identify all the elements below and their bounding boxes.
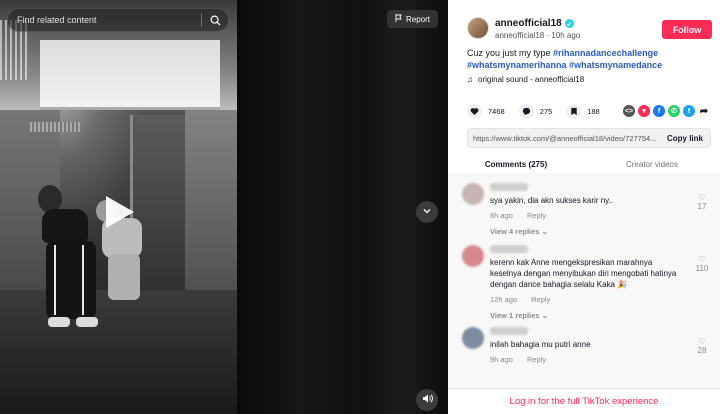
copy-link-button[interactable]: Copy link: [660, 134, 710, 143]
search-bar[interactable]: [7, 8, 229, 32]
author-name[interactable]: anneofficial18: [495, 18, 662, 29]
comment-like-count: 28: [697, 346, 707, 355]
comment-item: inilah bahagia mu putri anne 9h ago Repl…: [448, 327, 720, 377]
commenter-avatar[interactable]: [462, 245, 484, 267]
comment-item: sya yakin, dia akn sukses karir ny.. 8h …: [448, 183, 720, 245]
save-button[interactable]: 188: [566, 103, 600, 119]
video-url[interactable]: https://www.tiktok.com/@anneofficial18/v…: [468, 134, 660, 143]
search-icon[interactable]: [202, 8, 228, 32]
volume-button[interactable]: [416, 389, 438, 411]
view-replies-button[interactable]: View 1 replies ⌄: [490, 311, 710, 320]
commenter-avatar[interactable]: [462, 183, 484, 205]
next-video-button[interactable]: [416, 201, 438, 223]
facebook-icon[interactable]: f: [653, 105, 665, 117]
author-meta: anneofficial18 · 10h ago: [495, 31, 581, 40]
chevron-down-icon: ⌄: [541, 227, 548, 236]
twitter-icon[interactable]: t: [683, 105, 695, 117]
like-button[interactable]: 7468: [467, 103, 505, 119]
comment-text: sya yakin, dia akn sukses karir ny..: [490, 196, 614, 205]
heart-outline-icon: ♡: [698, 255, 706, 264]
comment-time: 9h ago: [490, 355, 513, 364]
sound-label[interactable]: original sound - anneofficial18: [478, 75, 584, 84]
whatsapp-icon[interactable]: ✆: [668, 105, 680, 117]
speaker-icon: [422, 391, 433, 409]
comment-time: 8h ago: [490, 211, 513, 220]
save-count: 188: [587, 106, 600, 116]
comment-count: 275: [539, 106, 553, 116]
author-info: anneofficial18 anneofficial18 · 10h ago: [495, 18, 662, 40]
share-arrow-icon[interactable]: ➦: [698, 105, 710, 117]
report-label: Report: [405, 14, 430, 24]
action-bar: 7468 275 188 <> ▾ f ✆ t ➦: [448, 84, 720, 120]
video-vent: [30, 122, 80, 132]
search-input[interactable]: [8, 9, 201, 31]
avatar[interactable]: [467, 17, 489, 39]
comment-text: kerenn kak Anne mengekspresikan marahnya…: [490, 258, 677, 289]
like-count: 7468: [488, 106, 505, 116]
commenter-name[interactable]: [490, 245, 528, 253]
send-icon[interactable]: ▾: [638, 105, 650, 117]
sound-link[interactable]: ♫ original sound - anneofficial18: [448, 71, 720, 84]
heart-icon: [467, 103, 482, 119]
tiktok-video-page: Report anneofficial18: [0, 0, 720, 414]
author-row: anneofficial18 anneofficial18 · 10h ago …: [448, 0, 720, 42]
comment-like-button[interactable]: ♡ 17: [694, 193, 710, 211]
video-caption: Cuz you just my type #rihannadancechalle…: [448, 42, 720, 71]
comment-item: kerenn kak Anne mengekspresikan marahnya…: [448, 245, 720, 327]
comment-like-button[interactable]: ♡ 28: [694, 337, 710, 355]
heart-outline-icon: ♡: [698, 193, 706, 202]
comment-text: inilah bahagia mu putri anne: [490, 340, 591, 349]
follow-button[interactable]: Follow: [662, 20, 712, 39]
comment-like-button[interactable]: ♡ 110: [694, 255, 710, 273]
embed-icon[interactable]: <>: [623, 105, 635, 117]
comment-icon: [518, 103, 534, 119]
comment-list[interactable]: sya yakin, dia akn sukses karir ny.. 8h …: [448, 173, 720, 388]
view-replies-button[interactable]: View 4 replies ⌄: [490, 227, 710, 236]
play-icon[interactable]: [106, 196, 134, 228]
heart-outline-icon: ♡: [698, 337, 706, 346]
details-panel: anneofficial18 anneofficial18 · 10h ago …: [448, 0, 720, 414]
video-wall-right: [185, 110, 237, 310]
video-floor: [0, 290, 237, 414]
reply-button[interactable]: Reply: [531, 295, 550, 304]
reply-button[interactable]: Reply: [527, 355, 546, 364]
comment-meta: 8h ago Reply: [490, 211, 710, 220]
report-button[interactable]: Report: [387, 10, 438, 28]
copy-link-box: https://www.tiktok.com/@anneofficial18/v…: [467, 128, 711, 148]
commenter-name[interactable]: [490, 327, 528, 335]
reply-button[interactable]: Reply: [527, 211, 546, 220]
comment-like-count: 17: [697, 202, 707, 211]
author-username[interactable]: anneofficial18: [495, 18, 562, 29]
comment-like-count: 110: [695, 264, 709, 273]
caption-text: Cuz you just my type: [467, 48, 554, 58]
comment-meta: 12h ago Reply: [490, 295, 710, 304]
flag-icon: [395, 14, 403, 24]
music-note-icon: ♫: [467, 75, 473, 84]
verified-icon: [564, 19, 574, 28]
bookmark-icon: [566, 103, 582, 119]
hashtag-link[interactable]: #whatsmynamedance: [569, 60, 662, 70]
comment-time: 12h ago: [490, 295, 518, 304]
chevron-down-icon: [422, 203, 432, 221]
comment-meta: 9h ago Reply: [490, 355, 710, 364]
login-prompt-button[interactable]: Log in for the full TikTok experience: [448, 388, 720, 414]
commenter-avatar[interactable]: [462, 327, 484, 349]
video-ceiling-light: [40, 40, 220, 110]
hashtag-link[interactable]: #rihannadancechallenge: [553, 48, 658, 58]
video-dancer-front: [38, 185, 98, 335]
hashtag-link[interactable]: #whatsmynamerihanna: [467, 60, 567, 70]
chevron-down-icon: ⌄: [541, 311, 548, 320]
commenter-name[interactable]: [490, 183, 528, 191]
comment-button[interactable]: 275: [518, 103, 553, 119]
video-pane[interactable]: Report: [0, 0, 448, 414]
share-options: <> ▾ f ✆ t ➦: [623, 105, 710, 117]
